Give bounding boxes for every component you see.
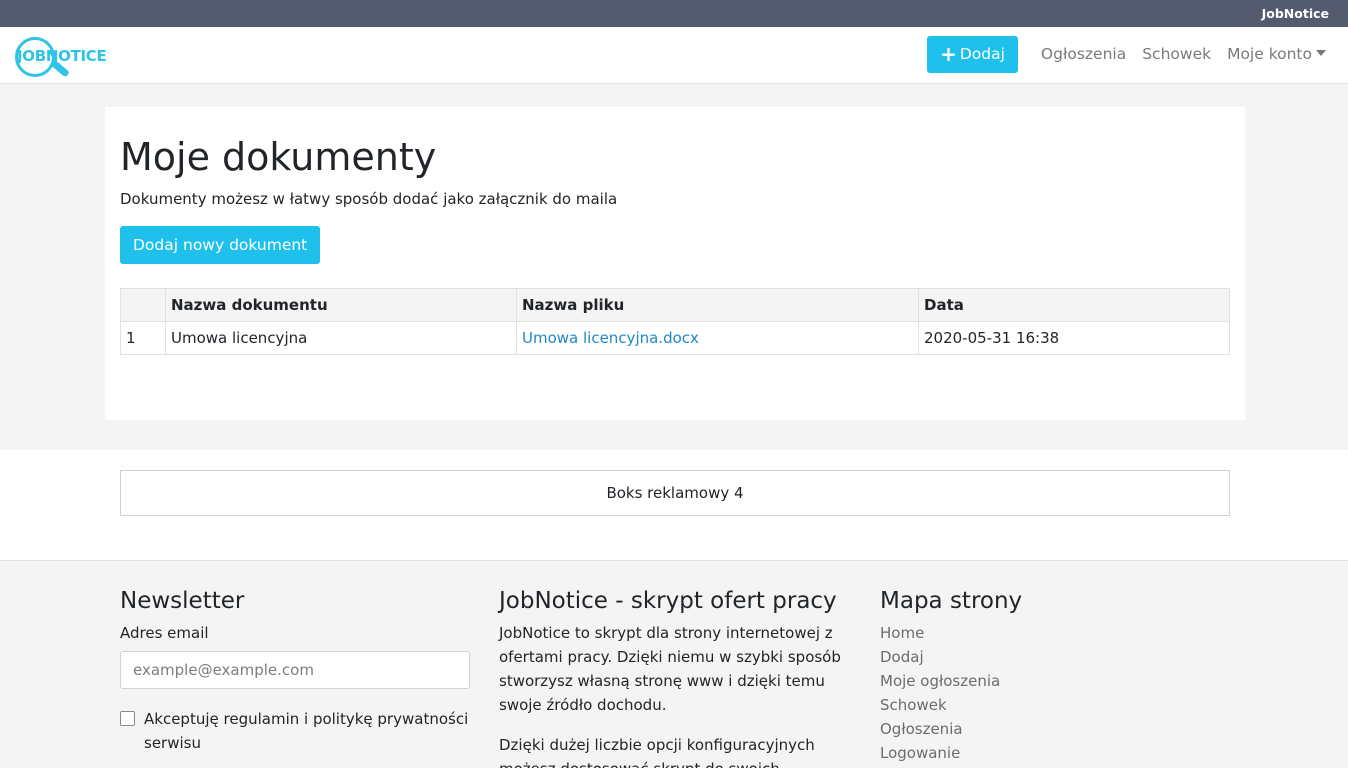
row-file-link[interactable]: Umowa licencyjna.docx xyxy=(522,329,699,347)
sitemap-title: Mapa strony xyxy=(880,588,1023,614)
col-header-date: Data xyxy=(918,288,1230,322)
add-button[interactable]: + Dodaj xyxy=(927,35,1018,73)
sitemap-section: Mapa strony Home Dodaj Moje ogłoszenia S… xyxy=(880,587,1022,765)
nav-link-ogloszenia[interactable]: Ogłoszenia xyxy=(1041,45,1126,63)
sitemap-link-logowanie[interactable]: Logowanie xyxy=(880,741,1022,765)
sitemap-link-ogloszenia[interactable]: Ogłoszenia xyxy=(880,717,1022,741)
about-paragraph-2: Dzięki dużej liczbie opcji konfiguracyjn… xyxy=(499,736,815,768)
email-field[interactable] xyxy=(120,651,470,689)
caret-down-icon xyxy=(1316,50,1326,56)
account-label: Moje konto xyxy=(1227,45,1312,63)
consent-row: Akceptuję regulamin i politykę prywatnoś… xyxy=(120,707,470,755)
table-row: 1 Umowa licencyjna Umowa licencyjna.docx… xyxy=(120,321,1230,355)
about-title: JobNotice - skrypt ofert pracy xyxy=(499,588,837,614)
footer: Newsletter Adres email Akceptuję regulam… xyxy=(0,560,1348,768)
ad-box: Boks reklamowy 4 xyxy=(120,470,1230,516)
plus-icon: + xyxy=(940,42,957,66)
row-doc-name: Umowa licencyjna xyxy=(165,321,517,355)
top-bar-brand: JobNotice xyxy=(1261,6,1329,21)
col-header-file-name: Nazwa pliku xyxy=(516,288,919,322)
main-section: Moje dokumenty Dokumenty możesz w łatwy … xyxy=(0,84,1348,450)
email-label: Adres email xyxy=(120,624,209,642)
sitemap-link-dodaj[interactable]: Dodaj xyxy=(880,645,1022,669)
documents-card: Moje dokumenty Dokumenty możesz w łatwy … xyxy=(105,107,1245,420)
nav-link-account[interactable]: Moje konto xyxy=(1227,45,1326,63)
sitemap-link-home[interactable]: Home xyxy=(880,621,1022,645)
col-header-doc-name: Nazwa dokumentu xyxy=(165,288,517,322)
sitemap-link-moje-ogloszenia[interactable]: Moje ogłoszenia xyxy=(880,669,1022,693)
col-header-num xyxy=(120,288,166,322)
page-subtitle: Dokumenty możesz w łatwy sposób dodać ja… xyxy=(120,190,618,208)
row-num: 1 xyxy=(120,321,166,355)
page-title: Moje dokumenty xyxy=(120,135,437,179)
documents-table: Nazwa dokumentu Nazwa pliku Data 1 Umowa… xyxy=(120,288,1230,355)
row-date: 2020-05-31 16:38 xyxy=(918,321,1230,355)
navbar: JOBNOTICE + Dodaj Ogłoszenia Schowek Moj… xyxy=(0,27,1348,84)
table-header-row: Nazwa dokumentu Nazwa pliku Data xyxy=(120,288,1230,322)
nav-link-schowek[interactable]: Schowek xyxy=(1142,45,1211,63)
logo[interactable]: JOBNOTICE xyxy=(15,35,120,78)
top-bar: JobNotice xyxy=(0,0,1348,27)
ad-section: Boks reklamowy 4 xyxy=(0,450,1348,560)
add-new-document-button[interactable]: Dodaj nowy dokument xyxy=(120,226,321,264)
about-section: JobNotice - skrypt ofert pracy JobNotice… xyxy=(499,587,855,768)
about-paragraph-1: JobNotice to skrypt dla strony interneto… xyxy=(499,624,841,714)
add-button-label: Dodaj xyxy=(959,45,1005,63)
consent-label: Akceptuję regulamin i politykę prywatnoś… xyxy=(144,710,469,752)
consent-checkbox[interactable] xyxy=(120,711,135,726)
newsletter-section: Newsletter Adres email Akceptuję regulam… xyxy=(120,587,470,755)
sitemap-link-schowek[interactable]: Schowek xyxy=(880,693,1022,717)
newsletter-title: Newsletter xyxy=(120,588,245,614)
logo-text: JOBNOTICE xyxy=(17,47,107,65)
